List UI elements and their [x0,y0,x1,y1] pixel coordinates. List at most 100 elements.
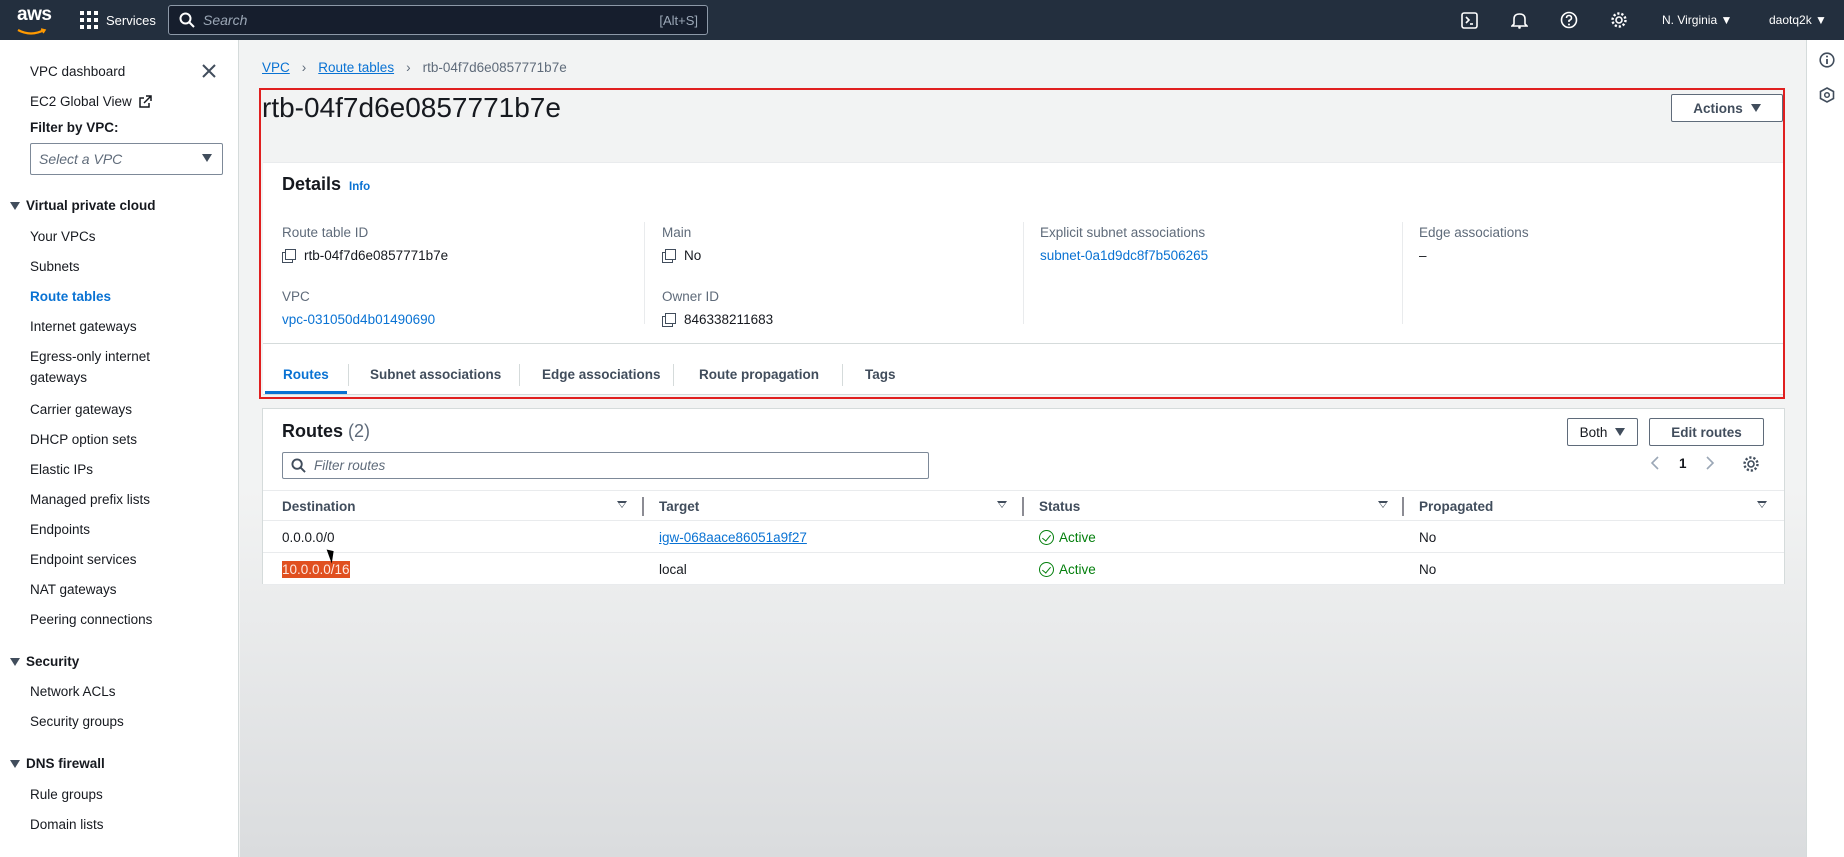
column-target[interactable]: Target [659,499,699,514]
breadcrumb-vpc[interactable]: VPC [262,60,290,75]
tab-subnet-associations[interactable]: Subnet associations [370,367,501,382]
sidebar-item-elastic-ips[interactable]: Elastic IPs [30,462,93,477]
propagated-cell: No [1419,562,1437,577]
tab-divider [348,364,349,386]
sidebar-item-rule-groups[interactable]: Rule groups [30,787,103,802]
tab-routes[interactable]: Routes [283,367,329,382]
table-row[interactable]: 0.0.0.0/0 igw-068aace86051a9f27 Active N… [263,521,1784,553]
filter-routes-input[interactable]: Filter routes [282,452,929,479]
status-text: Active [1059,530,1096,545]
routes-title: Routes [282,421,344,441]
details-column-1: Route table ID rtb-04f7d6e0857771b7e VPC… [282,225,448,353]
sidebar-item-internet-gateways[interactable]: Internet gateways [30,319,137,334]
column-status[interactable]: Status [1039,499,1080,514]
sidebar-item-your-vpcs[interactable]: Your VPCs [30,229,96,244]
tab-divider [519,364,520,386]
search-shortcut: [Alt+S] [659,12,698,28]
owner-id-text: 846338211683 [684,312,774,327]
page-number[interactable]: 1 [1679,456,1687,471]
sort-destination-icon[interactable] [617,501,627,508]
chevron-right-icon: › [406,60,411,75]
table-row[interactable]: 10.0.0.0/16 local Active No [263,553,1784,585]
close-sidebar-icon[interactable] [201,63,217,79]
sort-target-icon[interactable] [997,501,1007,508]
sidebar-item-subnets[interactable]: Subnets [30,259,80,274]
help-icon[interactable] [1558,9,1580,31]
filter-routes-placeholder: Filter routes [314,458,386,473]
copy-icon[interactable] [282,248,296,263]
column-resizer[interactable] [642,497,644,516]
chevron-right-icon: › [301,60,307,75]
target-link[interactable]: igw-068aace86051a9f27 [659,530,807,545]
tab-edge-associations[interactable]: Edge associations [542,367,661,382]
section-dns-firewall[interactable]: DNS firewall [10,756,105,771]
caret-down-icon [1615,428,1626,436]
settings-gear-icon[interactable] [1608,9,1630,31]
aws-logo[interactable]: aws [17,4,52,35]
info-panel-icon[interactable] [1819,52,1835,73]
search-placeholder: Search [203,12,248,28]
column-divider [1023,222,1024,324]
resource-hub-icon[interactable] [1819,87,1835,108]
filter-by-vpc-label: Filter by VPC: [30,120,119,135]
sidebar-item-domain-lists[interactable]: Domain lists [30,817,104,832]
vpc-link[interactable]: vpc-031050d4b01490690 [282,312,448,327]
copy-icon[interactable] [662,312,676,327]
notifications-bell-icon[interactable] [1508,9,1530,31]
sidebar-item-endpoint-services[interactable]: Endpoint services [30,552,137,567]
column-resizer[interactable] [1402,497,1404,516]
sidebar-item-network-acls[interactable]: Network ACLs [30,684,116,699]
routes-table-header: Destination Target Status Propagated [263,490,1784,521]
sidebar-item-carrier-gateways[interactable]: Carrier gateways [30,402,132,417]
column-destination[interactable]: Destination [282,499,356,514]
sidebar-item-endpoints[interactable]: Endpoints [30,522,90,537]
sort-propagated-icon[interactable] [1757,501,1767,508]
column-resizer[interactable] [1022,497,1024,516]
edge-associations-value: – [1419,248,1427,263]
section-title: Virtual private cloud [26,198,156,213]
section-security[interactable]: Security [10,654,79,669]
column-propagated[interactable]: Propagated [1419,499,1493,514]
sidebar-item-vpc-dashboard[interactable]: VPC dashboard [30,64,125,79]
caret-down-icon [1750,104,1761,112]
account-menu[interactable]: daotq2k ▼ [1769,13,1827,27]
ip-version-filter-select[interactable]: Both [1567,418,1638,446]
tab-tags[interactable]: Tags [865,367,896,382]
ec2-global-view-label: EC2 Global View [30,94,132,109]
sidebar-item-peering-connections[interactable]: Peering connections [30,612,152,627]
collapse-triangle-icon [10,759,20,768]
routes-header: Routes (2) [282,421,370,442]
sidebar-item-ec2-global-view[interactable]: EC2 Global View [30,94,152,109]
next-page-icon[interactable] [1705,456,1715,473]
cloudshell-icon[interactable] [1458,9,1480,31]
sort-status-icon[interactable] [1378,501,1388,508]
account-label: daotq2k [1769,13,1812,27]
previous-page-icon[interactable] [1650,456,1660,473]
subnet-link[interactable]: subnet-0a1d9dc8f7b506265 [1040,248,1208,263]
breadcrumb-current: rtb-04f7d6e0857771b7e [422,60,567,75]
tab-route-propagation[interactable]: Route propagation [699,367,819,382]
global-search-input[interactable]: Search [Alt+S] [168,5,708,35]
main-label: Main [662,225,692,240]
info-link[interactable]: Info [349,181,370,193]
aws-logo-text: aws [17,4,52,25]
section-title: Security [26,654,80,669]
table-preferences-gear-icon[interactable] [1742,455,1760,476]
vpc-filter-select[interactable]: Select a VPC [30,143,223,175]
region-selector[interactable]: N. Virginia ▼ [1662,13,1732,27]
breadcrumb-route-tables[interactable]: Route tables [318,60,394,75]
status-check-icon [1039,530,1054,545]
sidebar-item-route-tables[interactable]: Route tables [30,289,111,304]
details-column-3: Explicit subnet associations subnet-0a1d… [1040,225,1208,289]
sidebar-item-nat-gateways[interactable]: NAT gateways [30,582,117,597]
sidebar-item-managed-prefix-lists[interactable]: Managed prefix lists [30,492,150,507]
edit-routes-button[interactable]: Edit routes [1649,418,1764,446]
section-virtual-private-cloud[interactable]: Virtual private cloud [10,198,156,213]
sidebar-item-dhcp-option-sets[interactable]: DHCP option sets [30,432,137,447]
actions-dropdown-button[interactable]: Actions [1671,94,1783,122]
sidebar-item-egress-only-internet-gateways[interactable]: Egress-only internet gateways [30,349,150,385]
copy-icon[interactable] [662,248,676,263]
sidebar-item-security-groups[interactable]: Security groups [30,714,124,729]
sidebar-item-label-line1: Egress-only internet [30,349,151,364]
services-menu-button[interactable]: Services [80,11,156,29]
